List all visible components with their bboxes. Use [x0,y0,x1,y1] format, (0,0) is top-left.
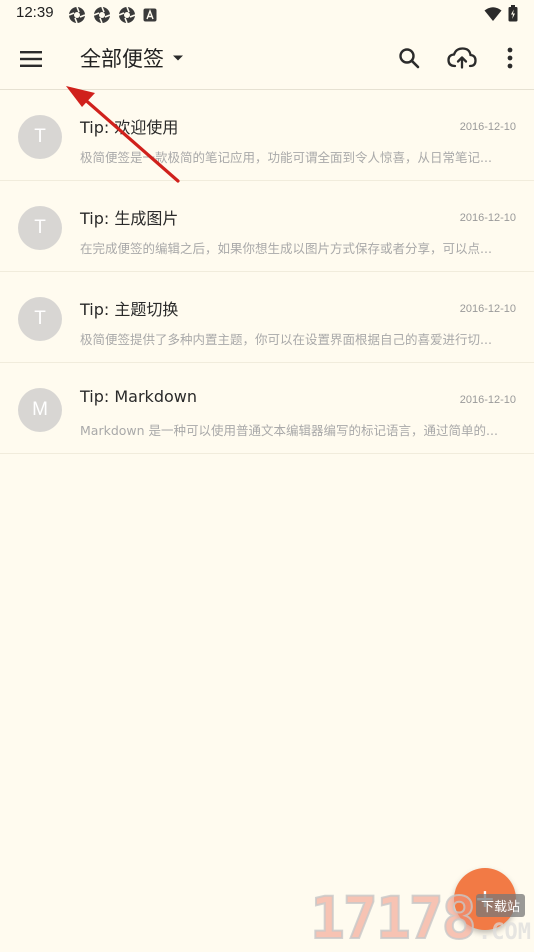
status-right-icons [484,5,518,22]
avatar: T [18,206,62,250]
note-title: Tip: 生成图片 [80,209,179,228]
note-title: Tip: 主题切换 [80,300,179,319]
note-preview: 在完成便签的编辑之后，如果你想生成以图片方式保存或者分享，可以点... [80,241,492,256]
wifi-icon [484,6,502,21]
menu-icon [20,51,42,67]
watermark-digits: 17178 [309,884,478,952]
list-item[interactable]: T Tip: 欢迎使用 2016-12-10 极简便签是一款极简的笔记应用，功能… [0,90,534,181]
plus-icon: + [475,881,495,917]
list-item[interactable]: T Tip: 主题切换 2016-12-10 极简便签提供了多种内置主题，你可以… [0,272,534,363]
avatar: T [18,297,62,341]
aperture-icon [68,6,86,24]
note-date: 2016-12-10 [459,303,516,315]
aperture-icon [118,6,136,24]
note-preview: 极简便签提供了多种内置主题，你可以在设置界面根据自己的喜爱进行切... [80,332,492,347]
cloud-sync-icon [447,47,477,69]
more-options-button[interactable] [494,42,526,74]
avatar: T [18,115,62,159]
more-vert-icon [507,47,513,69]
status-left-icons [68,6,157,24]
status-time: 12:39 [16,4,54,21]
note-date: 2016-12-10 [459,121,516,133]
note-list: T Tip: 欢迎使用 2016-12-10 极简便签是一款极简的笔记应用，功能… [0,90,534,454]
search-icon [399,48,420,69]
list-item[interactable]: T Tip: 生成图片 2016-12-10 在完成便签的编辑之后，如果你想生成… [0,181,534,272]
search-button[interactable] [393,42,425,74]
note-title: Tip: Markdown [80,387,197,406]
note-date: 2016-12-10 [459,394,516,406]
app-bar: 全部便签 [0,28,534,90]
a-box-icon [143,8,157,22]
menu-button[interactable] [14,42,48,76]
status-bar: 12:39 [0,0,534,28]
page-title: 全部便签 [80,47,164,71]
battery-icon [508,5,518,22]
cloud-sync-button[interactable] [446,42,478,74]
list-item[interactable]: M Tip: Markdown 2016-12-10 Markdown 是一种可… [0,363,534,454]
add-note-button[interactable]: + [454,868,516,930]
note-preview: Markdown 是一种可以使用普通文本编辑器编写的标记语言，通过简单的... [80,423,498,438]
note-date: 2016-12-10 [459,212,516,224]
dropdown-arrow-icon [173,55,183,61]
note-preview: 极简便签是一款极简的笔记应用，功能可谓全面到令人惊喜，从日常笔记... [80,150,492,165]
aperture-icon [93,6,111,24]
category-selector[interactable]: 全部便签 [80,42,184,74]
avatar: M [18,388,62,432]
note-title: Tip: 欢迎使用 [80,118,179,137]
